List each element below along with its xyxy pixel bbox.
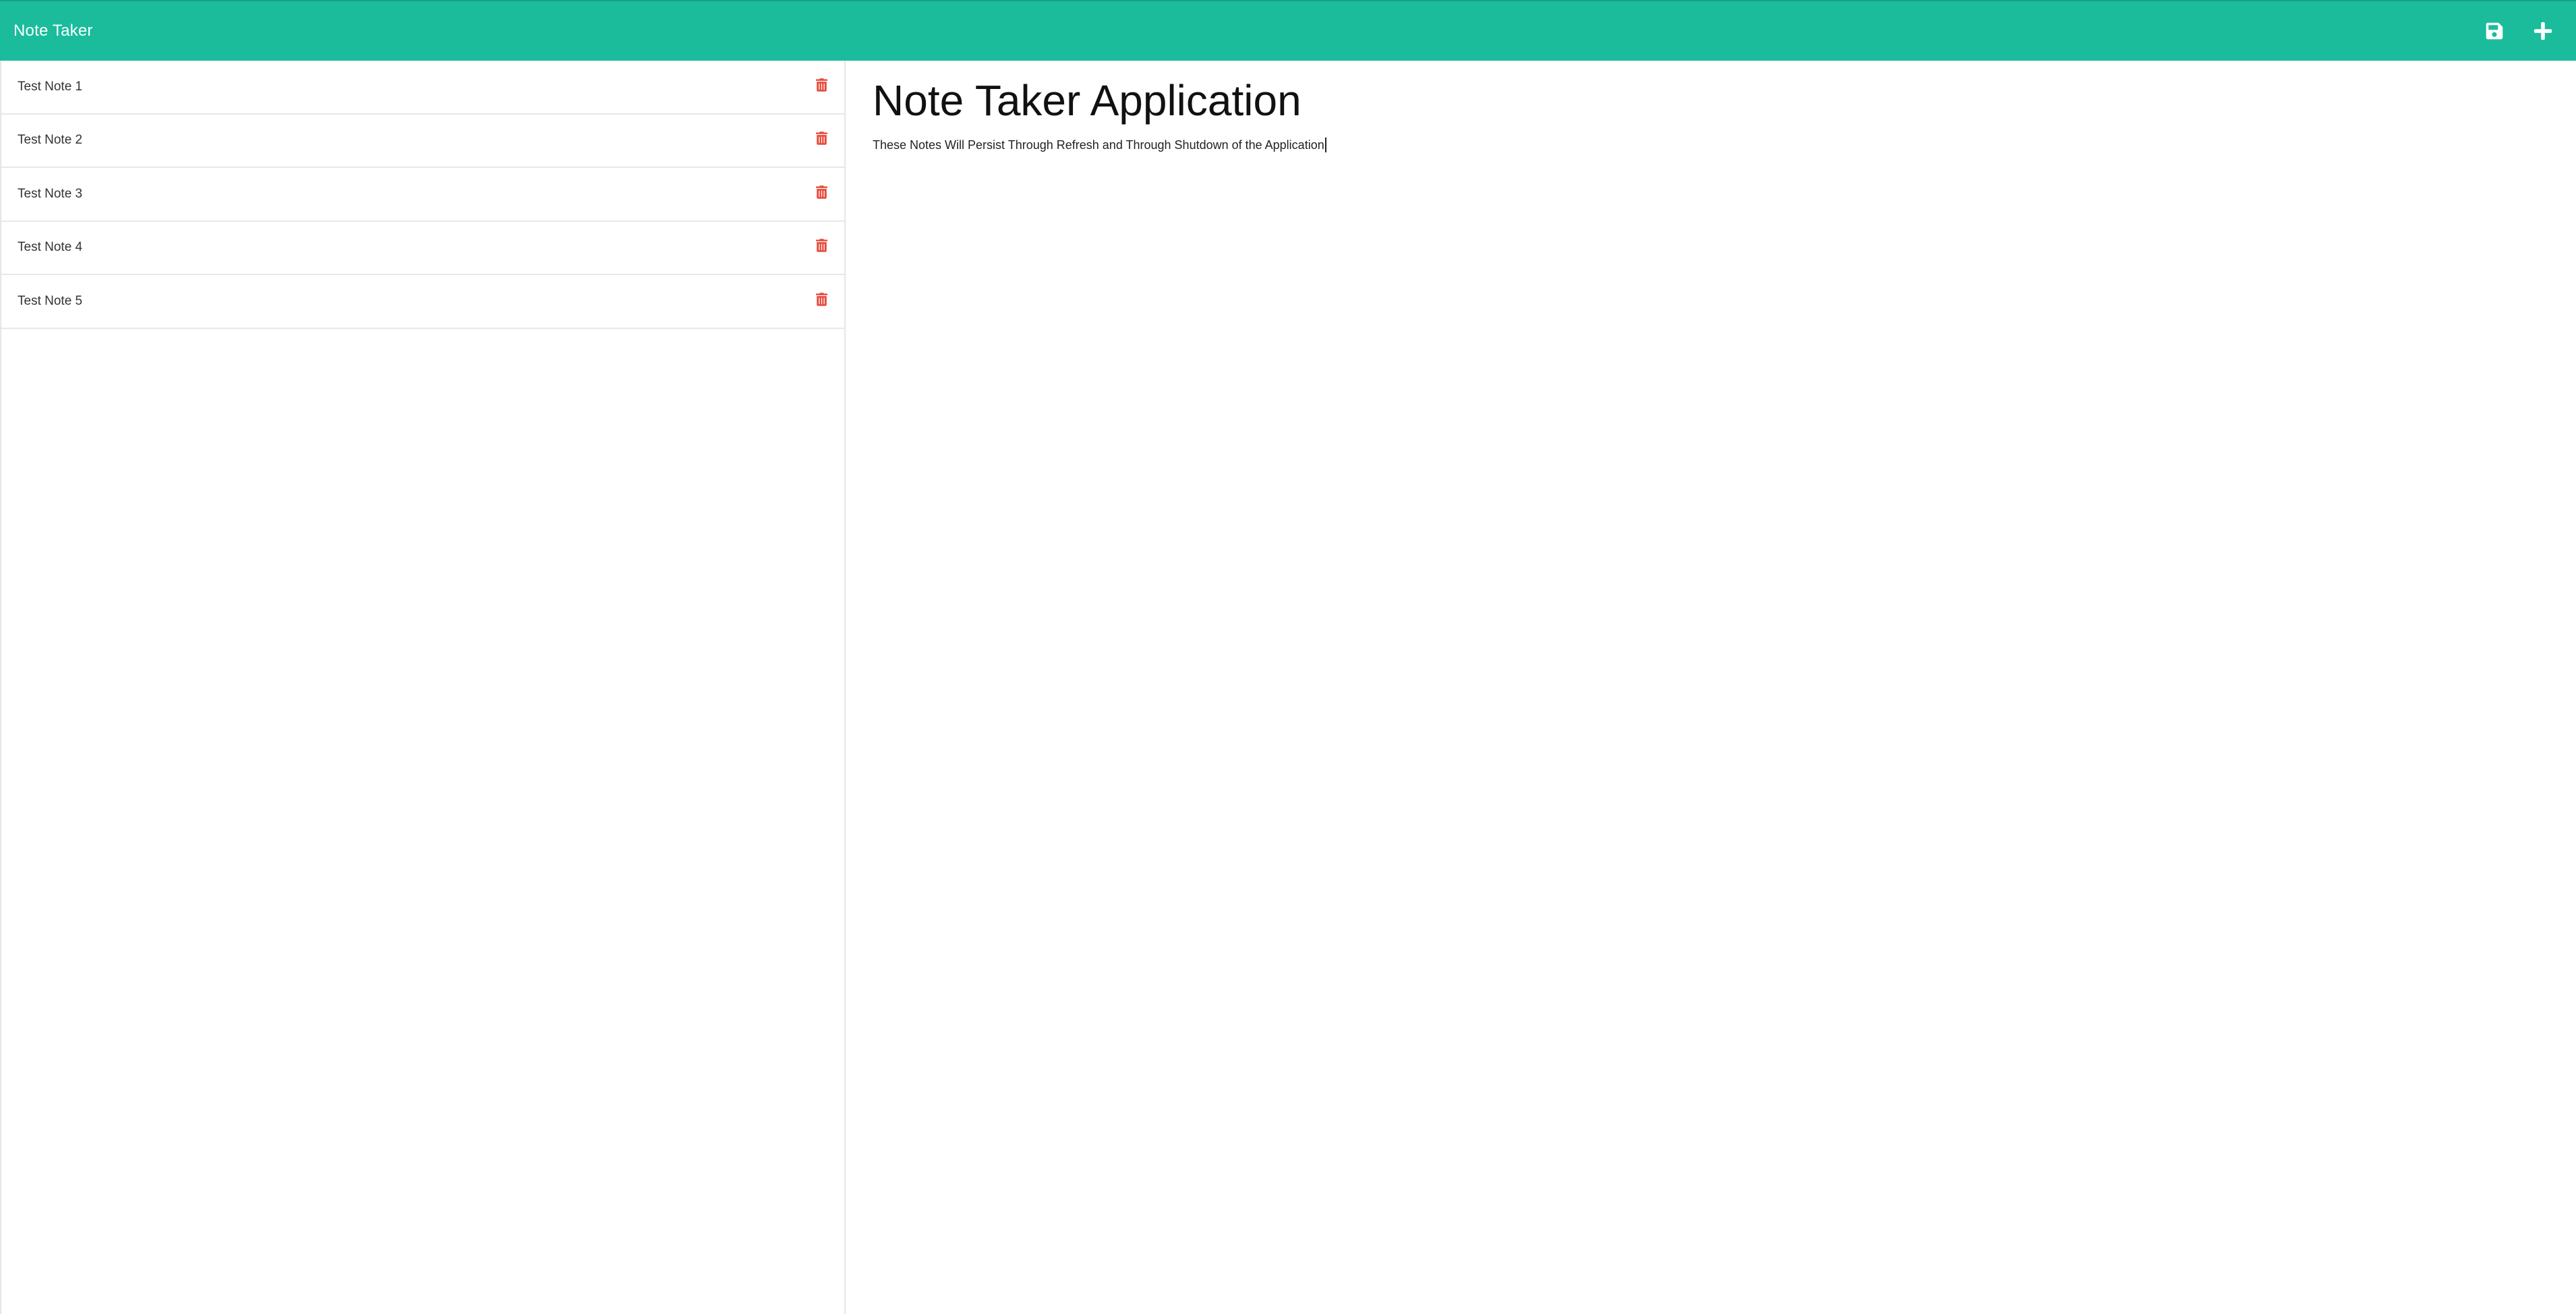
list-item[interactable]: Test Note 3 (1, 168, 844, 222)
trash-icon[interactable] (813, 184, 829, 200)
note-body-textarea[interactable]: These Notes Will Persist Through Refresh… (873, 135, 2549, 155)
save-icon (2486, 22, 2503, 40)
list-item[interactable]: Test Note 5 (1, 275, 844, 329)
list-item[interactable]: Test Note 2 (1, 115, 844, 168)
note-list: Test Note 1 Test Note 2 Test Note 3 Test No… (1, 61, 844, 329)
trash-icon[interactable] (813, 77, 829, 93)
note-title-input[interactable] (873, 70, 2221, 131)
save-note-button[interactable] (2483, 20, 2506, 42)
navbar: Note Taker (0, 0, 2576, 61)
navbar-actions (2483, 20, 2563, 42)
app-brand[interactable]: Note Taker (13, 22, 93, 40)
list-item[interactable]: Test Note 4 (1, 222, 844, 275)
trash-icon[interactable] (813, 291, 829, 307)
note-list-title: Test Note 1 (18, 79, 83, 94)
note-list-title: Test Note 3 (18, 186, 83, 201)
plus-icon (2534, 22, 2552, 40)
list-item[interactable]: Test Note 1 (1, 61, 844, 115)
note-body-text: These Notes Will Persist Through Refresh… (873, 138, 1324, 152)
note-list-title: Test Note 5 (18, 293, 83, 308)
note-list-title: Test Note 4 (18, 240, 83, 255)
trash-icon[interactable] (813, 237, 829, 253)
notes-sidebar: Test Note 1 Test Note 2 Test Note 3 Test No… (0, 61, 846, 1314)
text-caret (1324, 138, 1326, 152)
note-editor: These Notes Will Persist Through Refresh… (846, 61, 2576, 1314)
trash-icon[interactable] (813, 130, 829, 146)
new-note-button[interactable] (2531, 20, 2554, 42)
note-list-title: Test Note 2 (18, 133, 83, 148)
